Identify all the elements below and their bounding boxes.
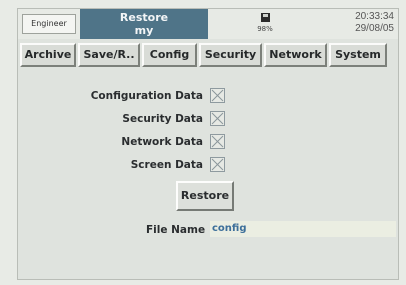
screen-data-label: Screen Data <box>130 159 203 171</box>
network-data-label: Network Data <box>121 136 203 148</box>
file-name-field[interactable]: config <box>210 221 396 237</box>
check-mark-icon <box>211 89 224 102</box>
tab-config[interactable]: Config <box>142 43 197 67</box>
network-data-checkbox[interactable] <box>210 134 225 149</box>
disk-status: 98% <box>250 13 280 33</box>
clock: 20:33:34 29/08/05 <box>355 11 394 35</box>
top-bar: Engineer Restore my 98% 20:33:34 29/08/0… <box>18 9 398 39</box>
security-data-checkbox[interactable] <box>210 111 225 126</box>
check-mark-icon <box>211 112 224 125</box>
screen-data-checkbox[interactable] <box>210 157 225 172</box>
page-title-line1: Restore <box>119 11 169 24</box>
file-name-label: File Name <box>146 224 206 236</box>
security-data-label: Security Data <box>122 113 203 125</box>
page-title: Restore my <box>80 9 208 39</box>
check-mark-icon <box>211 135 224 148</box>
tab-system[interactable]: System <box>329 43 387 67</box>
check-mark-icon <box>211 158 224 171</box>
tab-security[interactable]: Security <box>199 43 262 67</box>
tab-archive[interactable]: Archive <box>20 43 76 67</box>
configuration-data-label: Configuration Data <box>90 90 203 102</box>
configuration-data-checkbox[interactable] <box>210 88 225 103</box>
tab-network[interactable]: Network <box>264 43 327 67</box>
clock-time: 20:33:34 <box>355 11 394 22</box>
disk-usage: 98% <box>257 25 273 33</box>
restore-button[interactable]: Restore <box>176 181 234 211</box>
tab-bar: Archive Save/R.. Config Security Network… <box>18 43 398 69</box>
page-title-line2: my <box>134 24 154 37</box>
user-indicator[interactable]: Engineer <box>22 14 76 34</box>
clock-date: 29/08/05 <box>355 23 394 34</box>
tab-save-restore[interactable]: Save/R.. <box>78 43 140 67</box>
floppy-disk-icon <box>260 13 270 22</box>
hmi-screen: Engineer Restore my 98% 20:33:34 29/08/0… <box>17 8 399 280</box>
